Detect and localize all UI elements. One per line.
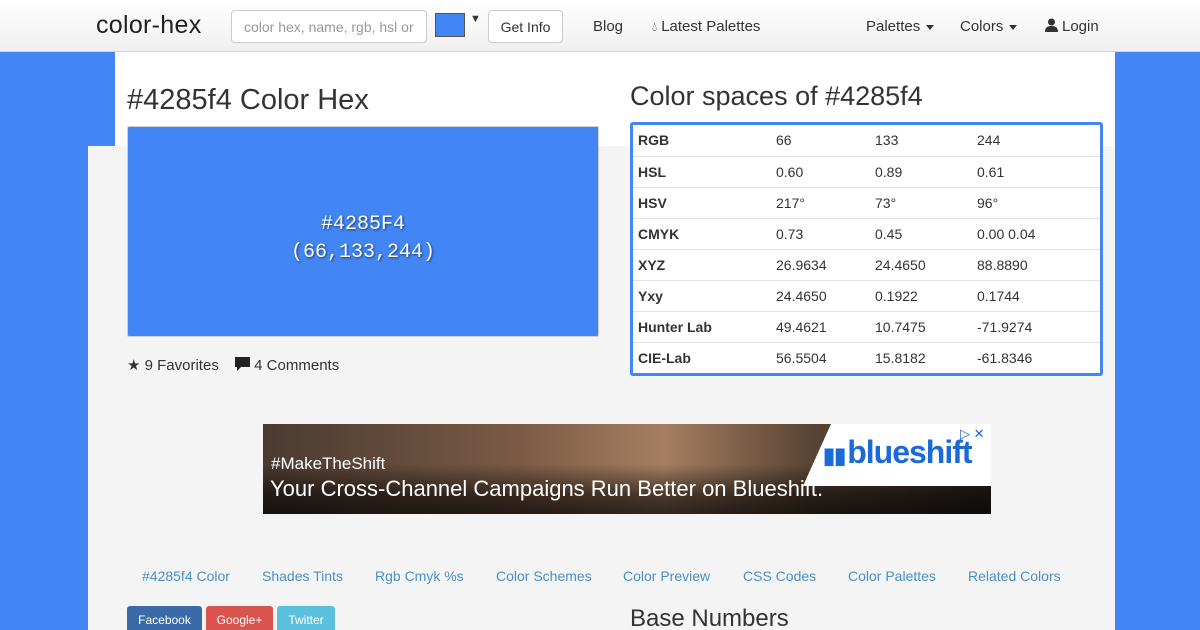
nav-latest-palettes-label: Latest Palettes — [661, 18, 761, 35]
favorites-count: 9 Favorites — [144, 357, 219, 374]
tab-link[interactable]: Rgb Cmyk %s — [375, 568, 464, 584]
user-icon — [1045, 18, 1058, 32]
color-space-row: Yxy 24.4650 0.1922 0.1744 — [633, 279, 1100, 311]
color-space-label: XYZ — [633, 248, 771, 280]
color-space-value: 0.89 — [870, 155, 972, 187]
color-space-value: 244 — [977, 132, 1001, 149]
nav-palettes-dropdown[interactable]: Palettes — [866, 18, 935, 35]
color-space-value: 0.1922 — [870, 279, 972, 311]
color-space-value: 88.8890 — [972, 248, 1100, 280]
tab-link[interactable]: Related Colors — [968, 568, 1061, 584]
brand-logo[interactable]: color-hex — [96, 11, 202, 40]
color-space-row: CMYK 0.73 0.45 0.00 0.04 — [633, 217, 1100, 249]
color-space-row: HSL 0.60 0.89 0.61 — [633, 155, 1100, 187]
color-space-value: 0.61 — [972, 155, 1100, 187]
tab-link[interactable]: #4285f4 Color — [142, 568, 230, 584]
caret-down-icon[interactable]: ▼ — [470, 13, 481, 25]
color-space-value: -61.8346 — [972, 341, 1100, 373]
swatch-hex-text: #4285F4 — [320, 213, 405, 236]
tab-link[interactable]: Shades Tints — [262, 568, 343, 584]
color-space-label: HSL — [633, 155, 771, 187]
comments-link[interactable]: 4 Comments — [235, 357, 339, 374]
color-space-value: 0.60 — [771, 155, 870, 187]
color-space-value: 96° — [972, 186, 1100, 218]
ad-logo-text: blueshift — [847, 434, 972, 470]
color-space-value: 24.4650 — [771, 279, 870, 311]
color-space-value: 73° — [870, 186, 972, 218]
star-icon: ★ — [127, 357, 141, 374]
nav-login[interactable]: Login — [1045, 18, 1099, 35]
color-space-label: CIE-Lab — [633, 341, 771, 373]
color-space-value: 24.4650 — [870, 248, 972, 280]
tab-link[interactable]: Color Schemes — [496, 568, 592, 584]
ad-logo: ▮▮blueshift — [823, 434, 973, 471]
color-swatch: #4285F4 (66,133,244) — [127, 126, 599, 337]
color-space-row: Hunter Lab 49.4621 10.7475 -71.9274 — [633, 310, 1100, 342]
nav-colors-dropdown[interactable]: Colors — [960, 18, 1018, 35]
tab-link[interactable]: CSS Codes — [743, 568, 816, 584]
color-space-value: 0.1744 — [972, 279, 1100, 311]
swatch-meta: ★ 9 Favorites 4 Comments — [127, 356, 351, 374]
color-space-value: 10.7475 — [870, 310, 972, 342]
caret-down-icon — [1009, 24, 1018, 30]
nav-login-label: Login — [1062, 18, 1099, 35]
color-space-value: 26.9634 — [771, 248, 870, 280]
color-space-row: XYZ 26.9634 24.4650 88.8890 — [633, 248, 1100, 280]
search-input[interactable] — [231, 10, 427, 43]
color-space-label: Yxy — [633, 279, 771, 311]
color-space-label: CMYK — [633, 217, 771, 249]
color-spaces-table: RGB 66 133 244 HSL 0.60 0.89 0.61 HSV 217° 73° 96° C… — [630, 122, 1103, 376]
swatch-rgb-text: (66,133,244) — [290, 241, 436, 264]
nav-colors-label: Colors — [960, 18, 1004, 35]
google-share-button[interactable]: Google+ — [206, 606, 273, 630]
color-space-label: Hunter Lab — [633, 310, 771, 342]
color-space-value: 15.8182 — [870, 341, 972, 373]
color-space-label: RGB — [638, 132, 670, 149]
ad-headline: Your Cross-Channel Campaigns Run Better … — [270, 476, 824, 501]
color-space-label: HSV — [633, 186, 771, 218]
color-space-value: 217° — [771, 186, 870, 218]
tab-link[interactable]: Color Preview — [623, 568, 710, 584]
color-space-row: HSV 217° 73° 96° — [633, 186, 1100, 218]
drop-icon: 💧︎ — [652, 19, 658, 34]
nav-blog[interactable]: Blog — [593, 18, 623, 35]
color-spaces-title: Color spaces of #4285f4 — [630, 81, 923, 111]
color-space-value: 49.4621 — [771, 310, 870, 342]
comments-count: 4 Comments — [254, 357, 340, 374]
comment-icon — [235, 357, 250, 371]
bars-icon: ▮▮ — [823, 443, 846, 468]
color-space-value: 0.45 — [870, 217, 972, 249]
color-space-value: 0.00 0.04 — [972, 217, 1100, 249]
navbar: color-hex ▼ Get Info Blog 💧︎Latest Palet… — [0, 0, 1200, 52]
color-picker-swatch[interactable] — [435, 13, 465, 37]
ad-close-icon[interactable]: ▷ ✕ — [960, 426, 985, 442]
color-space-row: RGB 66 133 244 — [633, 125, 1100, 156]
get-info-button[interactable]: Get Info — [488, 10, 563, 43]
nav-latest-palettes[interactable]: 💧︎ Latest Palettes — [652, 18, 760, 35]
color-space-row: CIE-Lab 56.5504 15.8182 -61.8346 — [633, 341, 1100, 373]
base-numbers-title: Base Numbers — [630, 605, 789, 630]
twitter-share-button[interactable]: Twitter — [277, 606, 335, 630]
tab-link[interactable]: Color Palettes — [848, 568, 936, 584]
color-space-value: 0.73 — [771, 217, 870, 249]
facebook-share-button[interactable]: Facebook — [127, 606, 202, 630]
page-title: #4285f4 Color Hex — [127, 84, 369, 116]
ad-tag: #MakeTheShift — [271, 454, 386, 473]
favorites-link[interactable]: ★ 9 Favorites — [127, 357, 219, 374]
color-space-value: 56.5504 — [771, 341, 870, 373]
color-space-value: -71.9274 — [972, 310, 1100, 342]
color-space-value: 133 — [875, 132, 899, 149]
caret-down-icon — [926, 24, 935, 30]
ad-banner[interactable]: ▮▮blueshift #MakeTheShift Your Cross-Cha… — [263, 424, 991, 514]
nav-palettes-label: Palettes — [866, 18, 921, 35]
color-space-value: 66 — [776, 132, 792, 149]
